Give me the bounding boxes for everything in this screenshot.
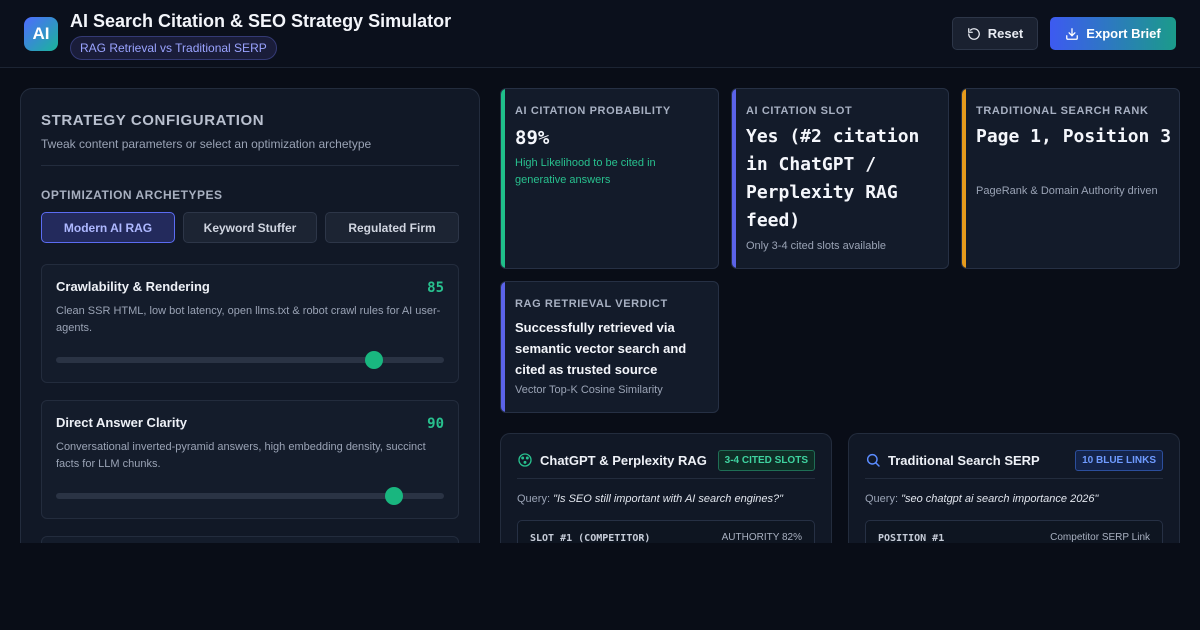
metric-note: Vector Top-K Cosine Similarity: [515, 384, 663, 396]
reset-button[interactable]: Reset: [952, 17, 1038, 50]
archetype-regulated-firm-button[interactable]: Regulated Firm: [325, 212, 459, 243]
serp-panel-title: Traditional Search SERP: [888, 452, 1040, 468]
rag-panel-title: ChatGPT & Perplexity RAG: [540, 452, 707, 468]
archetypes-label: OPTIMIZATION ARCHETYPES: [41, 188, 223, 202]
metric-note: Only 3-4 cited slots available: [746, 240, 887, 252]
serp-position-1: POSITION #1 Competitor SERP Link: [865, 520, 1163, 543]
download-icon: [1066, 27, 1079, 40]
slot-source: Competitor SERP Link: [1050, 532, 1150, 543]
param-card-direct-answer: Direct Answer Clarity 90 Conversational …: [41, 400, 459, 519]
rag-query: Query: "Is SEO still important with AI s…: [517, 493, 783, 505]
metric-value: 89%: [515, 127, 550, 149]
slot-name: SLOT #1 (COMPETITOR): [530, 533, 651, 543]
crawlability-slider[interactable]: [56, 351, 444, 369]
export-label: Export Brief: [1086, 26, 1161, 41]
reset-label: Reset: [987, 26, 1024, 41]
blue-links-badge: 10 BLUE LINKS: [1075, 450, 1163, 471]
ai-citation-probability-card: AI CITATION PROBABILITY 89% High Likelih…: [500, 88, 719, 269]
param-description: Conversational inverted-pyramid answers,…: [56, 441, 426, 470]
metric-label: AI CITATION PROBABILITY: [515, 105, 671, 117]
metric-label: TRADITIONAL SEARCH RANK: [976, 105, 1149, 117]
direct-answer-slider[interactable]: [56, 487, 444, 505]
config-title: STRATEGY CONFIGURATION: [41, 112, 265, 129]
app-logo: AI: [24, 17, 58, 51]
slot-name: POSITION #1: [878, 533, 945, 543]
export-brief-button[interactable]: Export Brief: [1050, 17, 1176, 50]
param-card-next: [41, 536, 459, 543]
search-icon: [866, 453, 880, 467]
metric-value: Yes (#2 citation in ChatGPT / Perplexity…: [746, 126, 920, 231]
param-name: Direct Answer Clarity: [56, 415, 188, 430]
rag-feed-panel: ChatGPT & Perplexity RAG 3-4 CITED SLOTS…: [500, 433, 832, 543]
param-card-crawlability: Crawlability & Rendering 85 Clean SSR HT…: [41, 264, 459, 383]
rag-slot-1: SLOT #1 (COMPETITOR) AUTHORITY 82%: [517, 520, 815, 543]
divider: [865, 478, 1163, 479]
cited-slots-badge: 3-4 CITED SLOTS: [717, 450, 815, 471]
query-label: Query:: [517, 493, 551, 505]
param-description: Clean SSR HTML, low bot latency, open ll…: [56, 305, 441, 334]
metric-note: PageRank & Domain Authority driven: [976, 185, 1158, 197]
metric-note: High Likelihood to be cited in generativ…: [515, 157, 656, 186]
rag-retrieval-verdict-card: RAG RETRIEVAL VERDICT Successfully retri…: [500, 281, 719, 413]
slider-thumb[interactable]: [365, 351, 384, 369]
rag-panel-header: ChatGPT & Perplexity RAG: [517, 452, 707, 468]
serp-panel-header: Traditional Search SERP: [865, 452, 1040, 468]
accent-bar: [962, 89, 966, 268]
serp-panel: Traditional Search SERP 10 BLUE LINKS Qu…: [848, 433, 1180, 543]
serp-query: Query: "seo chatgpt ai search importance…: [865, 493, 1098, 505]
ai-citation-slot-card: AI CITATION SLOT Yes (#2 citation in Cha…: [731, 88, 949, 269]
divider: [41, 165, 459, 166]
slot-authority: AUTHORITY 82%: [721, 532, 802, 543]
traditional-search-rank-card: TRADITIONAL SEARCH RANK Page 1, Position…: [961, 88, 1180, 269]
metric-label: AI CITATION SLOT: [746, 105, 853, 117]
config-subtitle: Tweak content parameters or select an op…: [41, 137, 372, 151]
metric-label: RAG RETRIEVAL VERDICT: [515, 298, 668, 310]
chatgpt-icon: [518, 453, 532, 467]
strategy-config-panel: STRATEGY CONFIGURATION Tweak content par…: [20, 88, 480, 543]
verdict-text: Successfully retrieved via semantic vect…: [515, 320, 687, 377]
app-title: AI Search Citation & SEO Strategy Simula…: [70, 11, 452, 31]
slider-thumb[interactable]: [384, 487, 403, 505]
divider: [517, 478, 815, 479]
param-name: Crawlability & Rendering: [56, 279, 210, 294]
param-value: 85: [427, 280, 444, 296]
query-text: "seo chatgpt ai search importance 2026": [901, 493, 1099, 505]
archetype-modern-ai-rag-button[interactable]: Modern AI RAG: [41, 212, 175, 243]
accent-bar: [732, 89, 736, 268]
reset-icon: [967, 27, 980, 40]
accent-bar: [501, 282, 505, 412]
query-text: "Is SEO still important with AI search e…: [553, 493, 784, 505]
param-value: 90: [427, 416, 444, 432]
query-label: Query:: [865, 493, 899, 505]
mode-subtitle-badge: RAG Retrieval vs Traditional SERP: [70, 36, 277, 60]
archetype-keyword-stuffer-button[interactable]: Keyword Stuffer: [183, 212, 317, 243]
accent-bar: [501, 89, 505, 268]
metric-value: Page 1, Position 3: [976, 126, 1172, 147]
app-header: AI AI Search Citation & SEO Strategy Sim…: [0, 0, 1200, 68]
